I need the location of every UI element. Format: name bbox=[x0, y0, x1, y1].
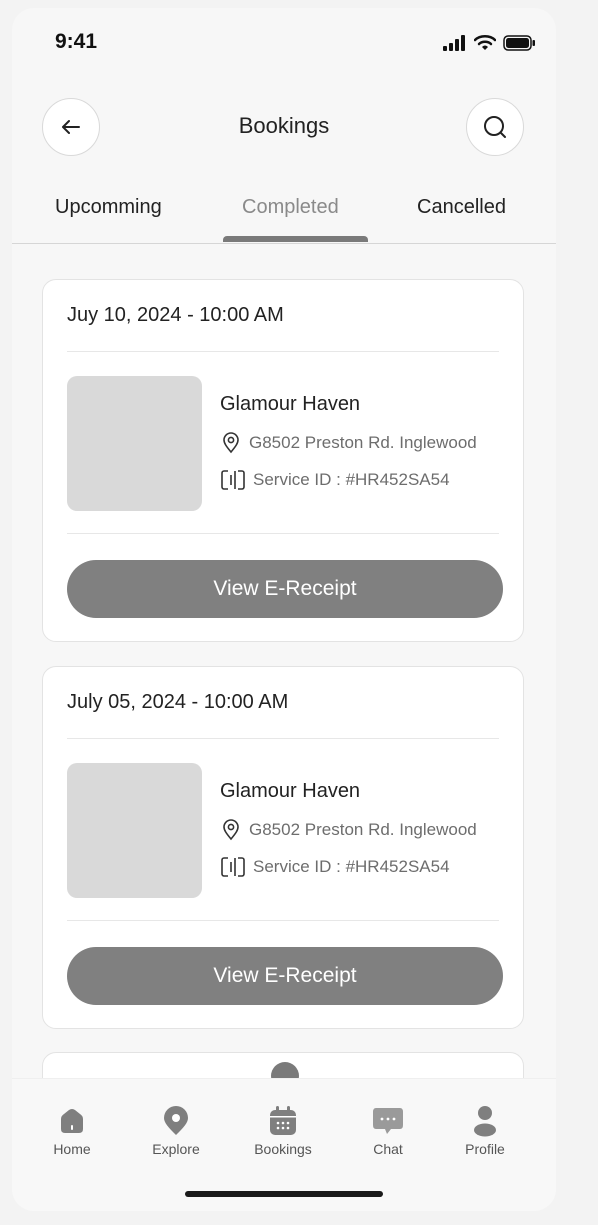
nav-label: Home bbox=[53, 1141, 91, 1157]
status-bar: 9:41 bbox=[12, 8, 556, 78]
battery-icon bbox=[503, 34, 535, 51]
nav-label: Bookings bbox=[254, 1141, 312, 1157]
nav-chat[interactable]: Chat bbox=[348, 1101, 428, 1157]
booking-card: July 05, 2024 - 10:00 AM Glamour Haven G… bbox=[42, 666, 524, 1029]
home-indicator[interactable] bbox=[185, 1191, 383, 1197]
location-pin-icon bbox=[223, 432, 239, 454]
user-icon bbox=[474, 1106, 496, 1137]
location-pin-icon bbox=[223, 819, 239, 841]
card-divider bbox=[67, 351, 499, 352]
nav-profile[interactable]: Profile bbox=[445, 1101, 525, 1157]
active-tab-indicator bbox=[223, 236, 368, 242]
wifi-icon bbox=[474, 35, 496, 50]
chat-icon bbox=[373, 1108, 403, 1134]
service-id-row: Service ID : #HR452SA54 bbox=[220, 856, 450, 878]
tab-completed[interactable]: Completed bbox=[242, 196, 339, 219]
search-icon bbox=[484, 116, 506, 138]
card-divider bbox=[67, 920, 499, 921]
bottom-navigation: Home Explore Bookings Chat Profile bbox=[12, 1078, 556, 1211]
nav-explore[interactable]: Explore bbox=[136, 1101, 216, 1157]
booking-date: Juy 10, 2024 - 10:00 AM bbox=[67, 304, 284, 326]
salon-image-placeholder bbox=[67, 763, 202, 898]
tab-cancelled[interactable]: Cancelled bbox=[417, 196, 506, 219]
nav-bookings[interactable]: Bookings bbox=[243, 1101, 323, 1157]
id-card-icon bbox=[221, 470, 245, 490]
view-e-receipt-button[interactable]: View E-Receipt bbox=[67, 947, 503, 1005]
salon-name: Glamour Haven bbox=[220, 780, 361, 802]
salon-address: G8502 Preston Rd. Inglewood bbox=[249, 820, 477, 839]
nav-label: Chat bbox=[373, 1141, 403, 1157]
calendar-icon bbox=[270, 1106, 296, 1135]
tab-bar: Upcomming Completed Cancelled bbox=[12, 188, 556, 244]
location-pin-icon bbox=[164, 1106, 188, 1135]
card-divider bbox=[67, 533, 499, 534]
header: Bookings bbox=[12, 96, 556, 160]
address-row: G8502 Preston Rd. Inglewood bbox=[220, 432, 477, 454]
phone-screen: 9:41 Bookings Upcomming Completed Cancel… bbox=[12, 8, 556, 1211]
home-icon bbox=[61, 1109, 83, 1133]
service-id: Service ID : #HR452SA54 bbox=[253, 470, 450, 489]
address-row: G8502 Preston Rd. Inglewood bbox=[220, 819, 477, 841]
search-button[interactable] bbox=[466, 98, 524, 156]
booking-card: Juy 10, 2024 - 10:00 AM Glamour Haven G8… bbox=[42, 279, 524, 642]
service-id: Service ID : #HR452SA54 bbox=[253, 857, 450, 876]
status-icons bbox=[443, 34, 536, 51]
nav-home[interactable]: Home bbox=[32, 1101, 112, 1157]
signal-icon bbox=[443, 34, 465, 51]
nav-label: Profile bbox=[465, 1141, 505, 1157]
salon-name: Glamour Haven bbox=[220, 393, 361, 415]
salon-image-placeholder bbox=[67, 376, 202, 511]
status-time: 9:41 bbox=[55, 30, 98, 53]
id-card-icon bbox=[221, 857, 245, 877]
tab-upcoming[interactable]: Upcomming bbox=[55, 196, 162, 219]
card-divider bbox=[67, 738, 499, 739]
booking-date: July 05, 2024 - 10:00 AM bbox=[67, 691, 289, 713]
service-id-row: Service ID : #HR452SA54 bbox=[220, 469, 450, 491]
view-e-receipt-button[interactable]: View E-Receipt bbox=[67, 560, 503, 618]
salon-address: G8502 Preston Rd. Inglewood bbox=[249, 433, 477, 452]
nav-label: Explore bbox=[152, 1141, 200, 1157]
